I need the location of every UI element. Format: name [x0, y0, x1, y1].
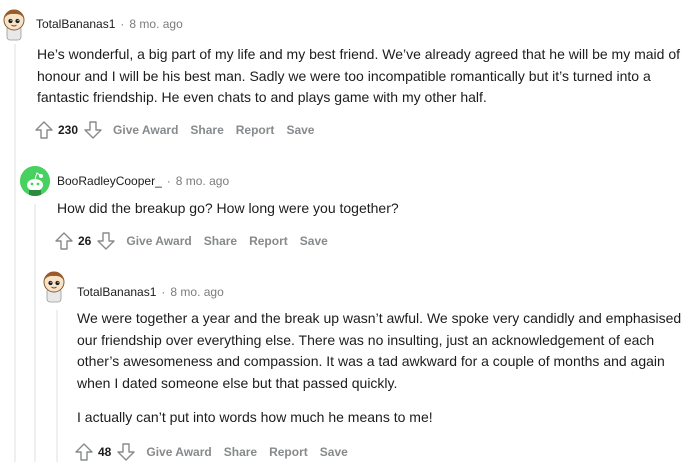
thread-line[interactable]	[34, 204, 36, 462]
share-button[interactable]: Share	[190, 123, 223, 137]
upvote-icon	[75, 443, 93, 461]
comment-paragraph: How did the breakup go? How long were yo…	[57, 200, 399, 216]
timestamp[interactable]: 8 mo. ago	[176, 174, 229, 188]
downvote-icon	[97, 232, 116, 250]
timestamp[interactable]: 8 mo. ago	[170, 285, 223, 299]
comment-paragraph: We were together a year and the break up…	[77, 310, 682, 392]
give-award-button[interactable]: Give Award	[146, 445, 211, 459]
comment-meta: BooRadleyCooper_ · 8 mo. ago	[57, 174, 229, 188]
avatar[interactable]	[0, 6, 28, 42]
save-button[interactable]: Save	[300, 234, 328, 248]
share-button[interactable]: Share	[204, 234, 237, 248]
avatar[interactable]	[20, 166, 50, 196]
comment-paragraph: I actually can’t put into words how much…	[77, 408, 433, 425]
username[interactable]: BooRadleyCooper_	[57, 174, 162, 188]
comment-body: We were together a year and the break up…	[77, 308, 697, 429]
give-award-button[interactable]: Give Award	[113, 123, 178, 137]
meta-separator: ·	[166, 174, 171, 188]
thread-line[interactable]	[56, 310, 58, 462]
share-button[interactable]: Share	[224, 445, 257, 459]
avatar-icon	[43, 271, 65, 303]
report-button[interactable]: Report	[269, 445, 308, 459]
comment-actions: 48 Give Award Share Report Save	[74, 442, 348, 462]
avatar-icon	[20, 166, 50, 196]
username[interactable]: TotalBananas1	[77, 285, 156, 299]
avatar[interactable]	[40, 268, 68, 304]
upvote-icon	[55, 232, 73, 250]
comment-actions: 26 Give Award Share Report Save	[54, 231, 328, 251]
downvote-button[interactable]	[116, 442, 136, 462]
vote-count: 26	[78, 234, 92, 248]
upvote-button[interactable]	[34, 120, 54, 140]
downvote-icon	[84, 121, 102, 139]
vote-count: 230	[58, 123, 79, 137]
save-button[interactable]: Save	[286, 123, 314, 137]
vote-count: 48	[98, 445, 112, 459]
report-button[interactable]: Report	[236, 123, 275, 137]
thread-line[interactable]	[14, 44, 16, 462]
comment-actions: 230 Give Award Share Report Save	[34, 120, 314, 140]
username[interactable]: TotalBananas1	[36, 17, 115, 31]
save-button[interactable]: Save	[320, 445, 348, 459]
comment-body: He’s wonderful, a big part of my life an…	[37, 44, 687, 109]
upvote-button[interactable]	[74, 442, 94, 462]
report-button[interactable]: Report	[249, 234, 288, 248]
avatar-icon	[3, 9, 25, 41]
downvote-icon	[117, 443, 136, 461]
meta-separator: ·	[161, 285, 166, 299]
timestamp[interactable]: 8 mo. ago	[129, 17, 182, 31]
meta-separator: ·	[120, 17, 125, 31]
upvote-icon	[35, 121, 53, 139]
downvote-button[interactable]	[83, 120, 103, 140]
comment-body: How did the breakup go? How long were yo…	[57, 198, 687, 220]
upvote-button[interactable]	[54, 231, 74, 251]
downvote-button[interactable]	[96, 231, 116, 251]
comment-meta: TotalBananas1 · 8 mo. ago	[36, 17, 183, 31]
comment-meta: TotalBananas1 · 8 mo. ago	[77, 285, 224, 299]
comment-paragraph: He’s wonderful, a big part of my life an…	[37, 46, 681, 106]
give-award-button[interactable]: Give Award	[126, 234, 191, 248]
